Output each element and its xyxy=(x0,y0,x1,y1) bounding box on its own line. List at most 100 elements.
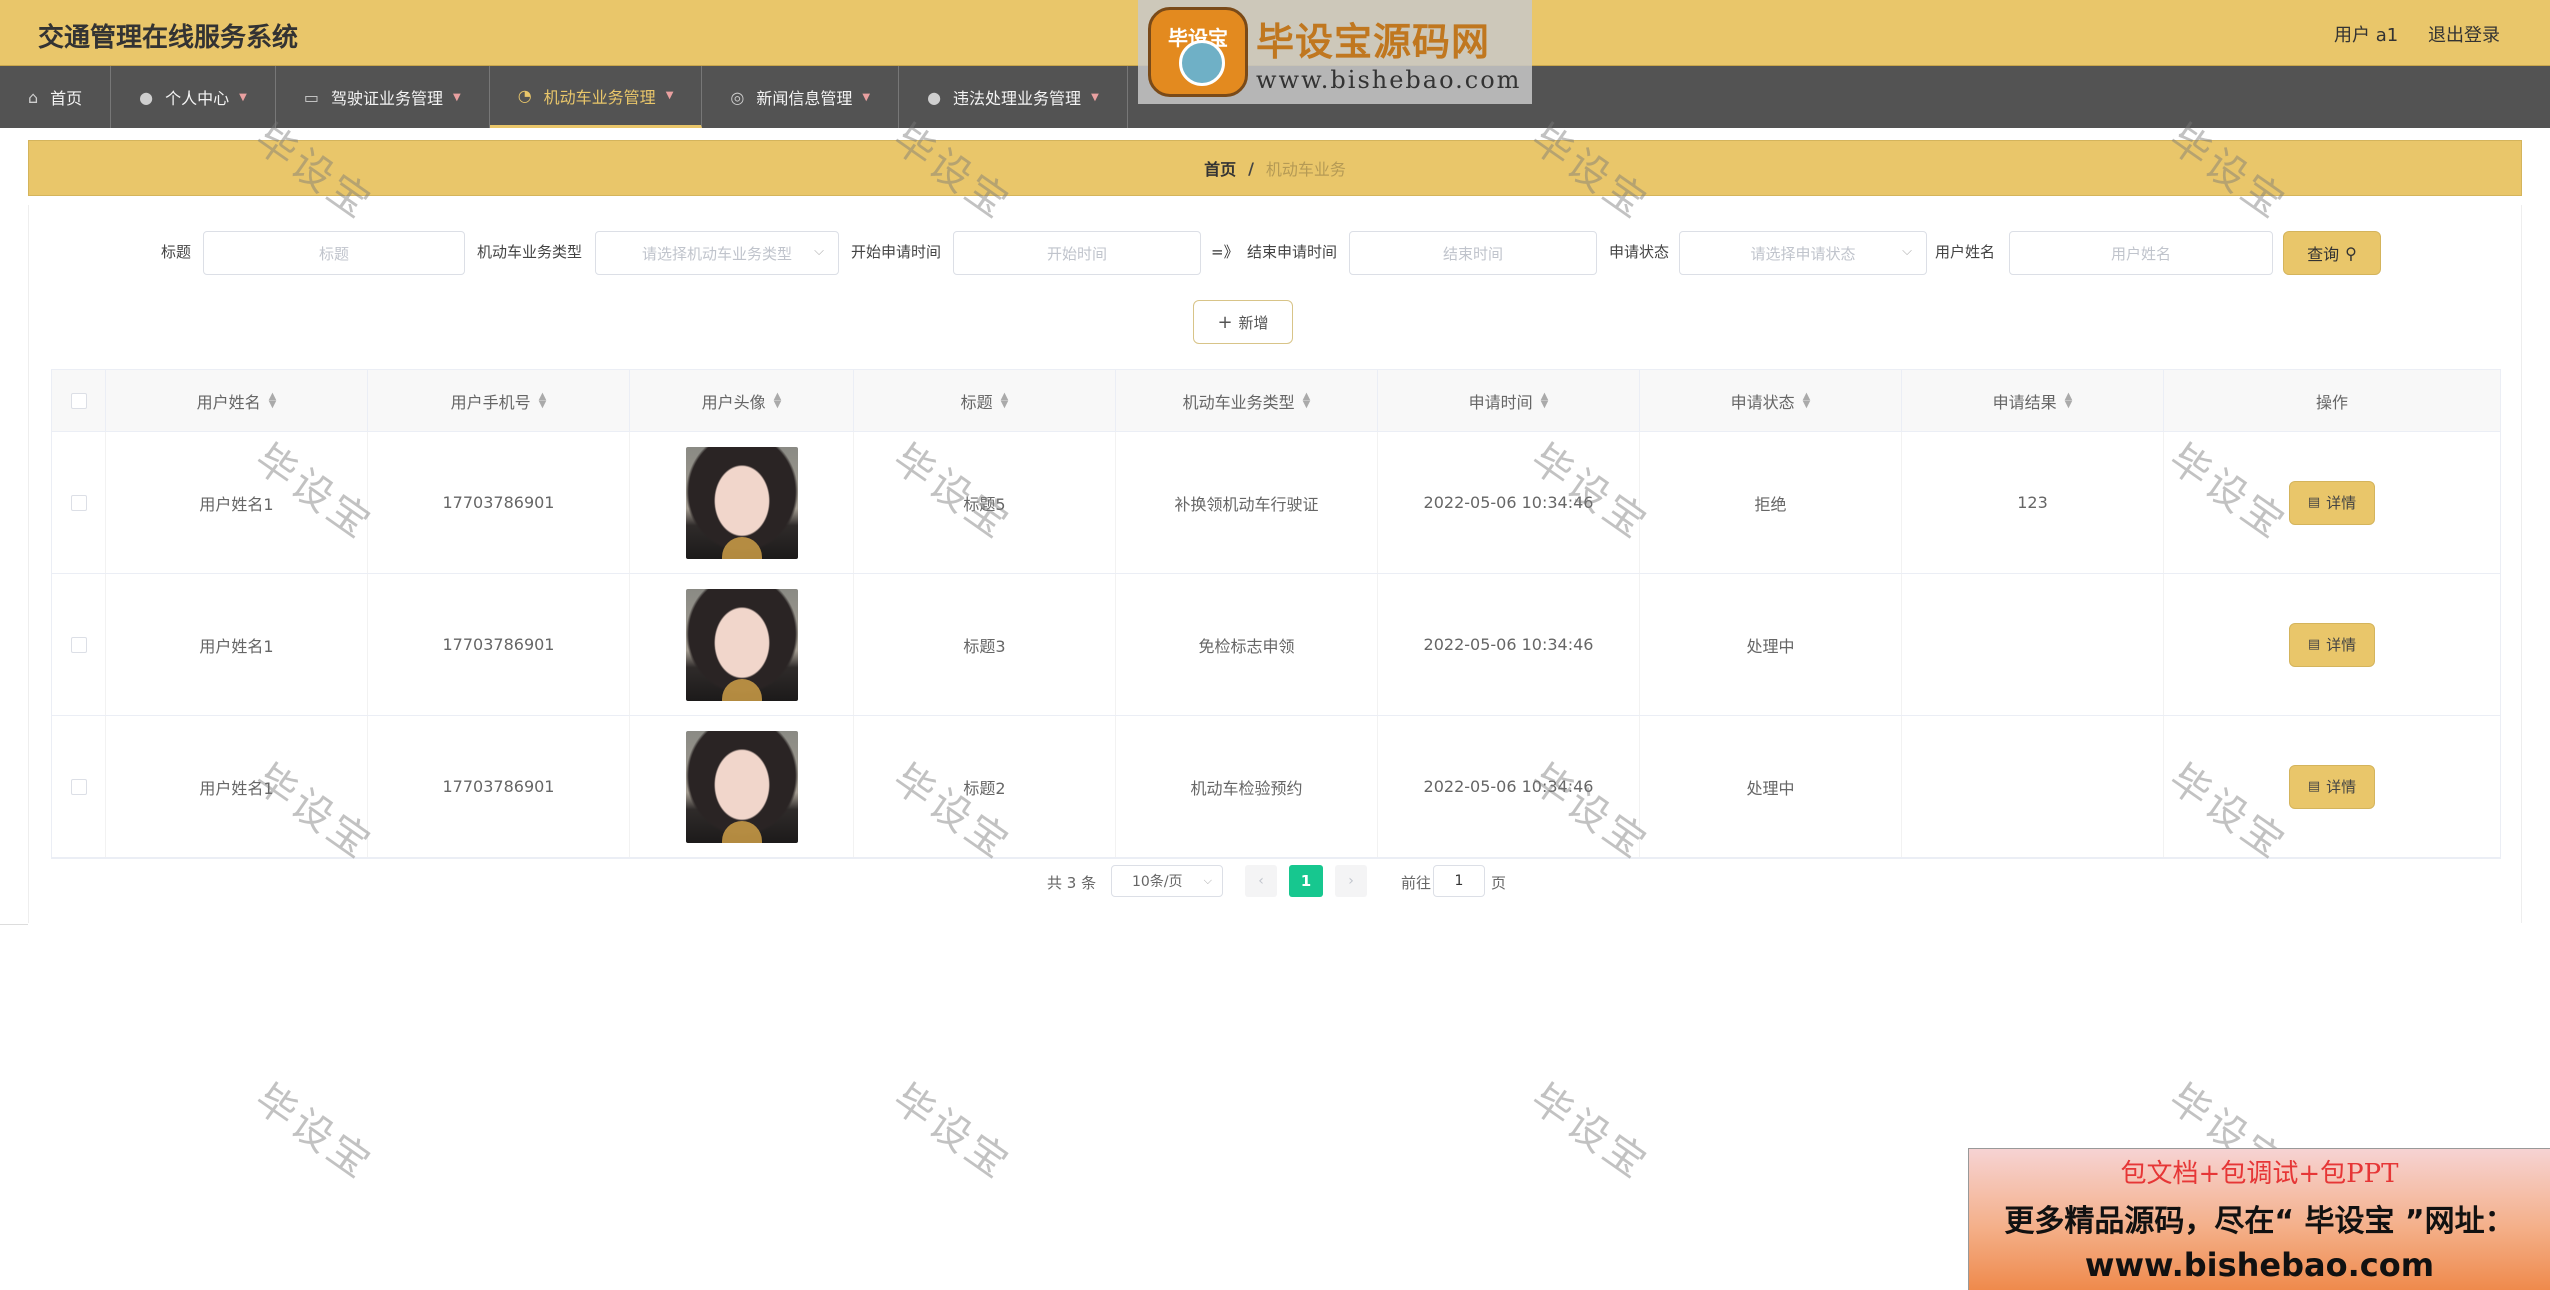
breadcrumb-home[interactable]: 首页 xyxy=(1204,156,1236,180)
query-button-label: 查询 xyxy=(2307,245,2340,264)
goto-page-input[interactable]: 1 xyxy=(1433,865,1485,897)
cell-actions: ▤ 详情 xyxy=(2164,574,2500,715)
brand-logo: 毕设宝 xyxy=(1148,7,1248,97)
cell-time: 2022-05-06 10:34:46 xyxy=(1378,716,1640,857)
start-time-input[interactable]: 开始时间 xyxy=(953,231,1201,275)
cell-time: 2022-05-06 10:34:46 xyxy=(1378,574,1640,715)
type-filter-label: 机动车业务类型 xyxy=(477,243,583,261)
gauge-icon: ◔ xyxy=(517,86,532,105)
document-icon: ▤ xyxy=(2307,637,2321,652)
nav-item-home[interactable]: ⌂ 首页 xyxy=(0,66,112,128)
nav-item-label: 个人中心 xyxy=(165,89,230,108)
column-header[interactable]: 标题 ▲ ▼ xyxy=(854,370,1116,431)
nav-item-violation[interactable]: ● 违法处理业务管理 ▼ xyxy=(899,66,1128,128)
avatar xyxy=(685,588,798,701)
nav-item-label: 驾驶证业务管理 xyxy=(330,89,443,108)
select-all-cell xyxy=(52,370,106,431)
add-button-label: 新增 xyxy=(1238,313,1269,332)
sort-icon: ▲ ▼ xyxy=(268,390,277,410)
plus-icon: + xyxy=(1217,311,1233,333)
status-filter-label: 申请状态 xyxy=(1609,243,1670,261)
nav-item-news[interactable]: ◎ 新闻信息管理 ▼ xyxy=(702,66,900,128)
row-checkbox[interactable] xyxy=(70,636,87,653)
column-header[interactable]: 用户姓名 ▲ ▼ xyxy=(106,370,368,431)
avatar xyxy=(685,446,798,559)
nav-item-label: 机动车业务管理 xyxy=(543,87,656,107)
promo-line-2: 更多精品源码，尽在“ 毕设宝 ”网址： xyxy=(2004,1204,2515,1239)
promo-line-3: www.bishebao.com xyxy=(2084,1246,2435,1284)
cell-title: 标题3 xyxy=(854,574,1116,715)
nav-item-label: 违法处理业务管理 xyxy=(953,89,1082,108)
chevron-right-icon: › xyxy=(1348,873,1354,889)
page-number-current[interactable]: 1 xyxy=(1289,865,1323,897)
type-select-placeholder: 请选择机动车业务类型 xyxy=(641,244,792,263)
vehicle-business-table: 用户姓名 ▲ ▼ 用户手机号 ▲ ▼ 用户头像 ▲ ▼ 标题 ▲ ▼ 机动车业务类型 ▲ ▼ 申请时… xyxy=(51,369,2501,859)
sort-icon: ▲ ▼ xyxy=(773,390,782,410)
column-header[interactable]: 申请时间 ▲ ▼ xyxy=(1378,370,1640,431)
cell-time: 2022-05-06 10:34:46 xyxy=(1378,432,1640,573)
brand-text: 毕设宝源码网 www.bishebao.com xyxy=(1256,11,1521,94)
nav-item-personal[interactable]: ● 个人中心 ▼ xyxy=(111,66,276,128)
row-select-cell xyxy=(52,432,106,573)
promo-banner[interactable]: 包文档+包调试+包PPT 更多精品源码，尽在“ 毕设宝 ”网址： www.bis… xyxy=(1968,1148,2550,1290)
chevron-left-icon: ‹ xyxy=(1258,873,1264,889)
breadcrumb-current: 机动车业务 xyxy=(1265,160,1346,179)
watermark: 毕设宝 xyxy=(1522,1075,1657,1189)
avatar xyxy=(685,730,798,843)
column-header[interactable]: 申请状态 ▲ ▼ xyxy=(1640,370,1902,431)
cell-username: 用户姓名1 xyxy=(106,574,368,715)
nav-item-label: 首页 xyxy=(50,89,83,108)
globe-icon: ◎ xyxy=(730,87,745,107)
sort-icon: ▲ ▼ xyxy=(2064,390,2073,410)
cell-actions: ▤ 详情 xyxy=(2164,716,2500,857)
nav-item-license[interactable]: ▭ 驾驶证业务管理 ▼ xyxy=(276,66,490,128)
watermark: 毕设宝 xyxy=(884,1075,1019,1189)
select-all-checkbox[interactable] xyxy=(70,392,87,409)
row-checkbox[interactable] xyxy=(70,778,87,795)
sort-icon: ▲ ▼ xyxy=(538,390,547,410)
end-time-input[interactable]: 结束时间 xyxy=(1349,231,1597,275)
username-input[interactable]: 用户姓名 xyxy=(2009,231,2273,275)
detail-button[interactable]: ▤ 详情 xyxy=(2289,764,2375,809)
start-time-label: 开始申请时间 xyxy=(851,243,942,261)
logout-link[interactable]: 退出登录 xyxy=(2428,25,2500,46)
detail-button[interactable]: ▤ 详情 xyxy=(2289,622,2375,667)
cell-username: 用户姓名1 xyxy=(106,716,368,857)
cell-actions: ▤ 详情 xyxy=(2164,432,2500,573)
column-header[interactable]: 机动车业务类型 ▲ ▼ xyxy=(1116,370,1378,431)
content-panel: 标题 标题 机动车业务类型 请选择机动车业务类型 ⌵ 开始申请时间 开始时间 =… xyxy=(28,205,2522,923)
title-input[interactable]: 标题 xyxy=(203,231,465,275)
cell-type: 补换领机动车行驶证 xyxy=(1116,432,1378,573)
prev-page-button[interactable]: ‹ xyxy=(1245,865,1277,897)
cell-type: 机动车检验预约 xyxy=(1116,716,1378,857)
row-checkbox[interactable] xyxy=(70,494,87,511)
chevron-down-icon: ▼ xyxy=(239,91,247,103)
column-header[interactable]: 申请结果 ▲ ▼ xyxy=(1902,370,2164,431)
column-header[interactable]: 用户头像 ▲ ▼ xyxy=(630,370,854,431)
status-select[interactable]: 请选择申请状态 ⌵ xyxy=(1679,231,1927,275)
next-page-button[interactable]: › xyxy=(1335,865,1367,897)
cell-phone: 17703786901 xyxy=(368,432,630,573)
query-button[interactable]: 查询 ⚲ xyxy=(2283,231,2381,275)
chevron-down-icon: ▼ xyxy=(453,91,461,103)
divider xyxy=(0,924,28,925)
sort-icon: ▲ ▼ xyxy=(1540,390,1549,410)
column-header[interactable]: 用户手机号 ▲ ▼ xyxy=(368,370,630,431)
chevron-down-icon: ⌵ xyxy=(814,244,824,259)
sort-icon: ▲ ▼ xyxy=(1000,390,1009,410)
user-name[interactable]: 用户 a1 xyxy=(2334,25,2398,46)
page-size-select[interactable]: 10条/页 ⌵ xyxy=(1111,865,1223,897)
nav-item-vehicle[interactable]: ◔ 机动车业务管理 ▼ xyxy=(489,66,703,128)
document-icon: ▤ xyxy=(2307,779,2321,794)
watermark: 毕设宝 xyxy=(246,1075,381,1189)
table-header: 用户姓名 ▲ ▼ 用户手机号 ▲ ▼ 用户头像 ▲ ▼ 标题 ▲ ▼ 机动车业务类型 ▲ ▼ 申请时… xyxy=(52,370,2500,432)
page-size-value: 10条/页 xyxy=(1132,874,1183,890)
sort-icon: ▲ ▼ xyxy=(1302,390,1311,410)
home-icon: ⌂ xyxy=(28,87,39,107)
type-select[interactable]: 请选择机动车业务类型 ⌵ xyxy=(595,231,839,275)
username-filter-label: 用户姓名 xyxy=(1935,243,1996,261)
cell-phone: 17703786901 xyxy=(368,574,630,715)
detail-button[interactable]: ▤ 详情 xyxy=(2289,480,2375,525)
add-button[interactable]: + 新增 xyxy=(1193,300,1293,344)
brand-url: www.bishebao.com xyxy=(1256,65,1522,94)
